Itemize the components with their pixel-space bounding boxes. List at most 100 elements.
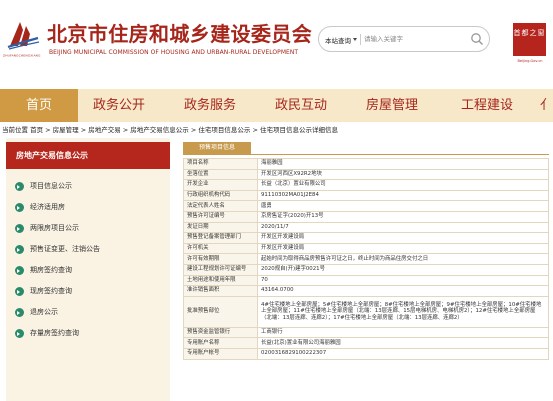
site-header: ZHUFANGCHENGXIANG 北京市住房和城乡建设委员会 BEIJING … [0, 0, 553, 78]
field-value: 京房售证字(2020)开13号 [257, 210, 549, 223]
field-value: 起始时间为取得商品房预售许可证之日，终止时间为商品住房交付之日 [257, 253, 549, 265]
field-label: 专用账户名称 [183, 337, 258, 349]
chevron-down-icon[interactable] [353, 38, 357, 41]
field-label: 预售许可证编号 [183, 210, 258, 223]
search-scope-select[interactable]: 本站查询 [325, 35, 351, 45]
logo-icon[interactable] [6, 16, 40, 50]
sidebar-item-label: 项目信息公示 [30, 182, 72, 190]
field-label: 法定代表人姓名 [183, 200, 258, 212]
field-value: 长益（北京）置业有限公司 [257, 179, 549, 191]
sidebar-item-offplan-contract-query[interactable]: 期房签约查询 [6, 260, 170, 281]
nav-item-overflow[interactable]: 亻 [540, 89, 553, 122]
field-value: 91110302MA01J2E84 [257, 189, 549, 202]
field-value: 开发区开发建设局 [257, 242, 549, 255]
arrow-bullet-icon [15, 245, 24, 254]
logo-caption: ZHUFANGCHENGXIANG [3, 54, 41, 58]
field-label: 建设工程规划许可证编号 [183, 263, 258, 276]
main-nav: 首页 政务公开 政务服务 政民互动 房屋管理 工程建设 亻 [0, 89, 553, 122]
breadcrumb[interactable]: 当前位置 首页 > 房屋管理 > 房地产交易 > 房地产交易信息公示 > 住宅项… [2, 124, 338, 134]
sidebar-item-completed-housing-contract-query[interactable]: 现房签约查询 [6, 281, 170, 302]
table-row: 法定代表人姓名 唐勇 [183, 200, 549, 212]
arrow-bullet-icon [15, 308, 24, 317]
arrow-bullet-icon [15, 182, 24, 191]
search-divider [360, 34, 361, 45]
capital-window-emblem[interactable]: 首都之窗 [513, 23, 546, 56]
emblem-text: 首都之窗 [513, 29, 546, 37]
sidebar-item-label: 现房签约查询 [30, 287, 72, 295]
sidebar-item-price-limited-housing[interactable]: 两限房项目公示 [6, 218, 170, 239]
field-value: 工商银行 [257, 326, 549, 339]
table-row: 预售资金监管银行 工商银行 [183, 326, 549, 339]
field-value: 唐勇 [257, 200, 549, 212]
field-label: 发证日期 [183, 221, 258, 234]
field-value: 70 [257, 274, 549, 287]
field-label: 坐落位置 [183, 168, 258, 181]
arrow-bullet-icon [15, 224, 24, 233]
field-label: 预售登记备案管理部门 [183, 232, 258, 244]
field-label: 许可机关 [183, 242, 258, 255]
field-label: 批准预售部位 [183, 295, 258, 328]
field-value: 海丽雅园 [257, 158, 549, 170]
sidebar-item-label: 两限房项目公示 [30, 224, 79, 232]
table-row: 许可机关 开发区开发建设局 [183, 242, 549, 255]
section-divider [183, 154, 549, 155]
field-label: 许可有效期限 [183, 253, 258, 265]
field-label: 预售资金监管银行 [183, 326, 258, 339]
section-tab-presale-info[interactable]: 预售项目信息 [183, 142, 251, 154]
sidebar-item-affordable-housing[interactable]: 经济适用房 [6, 197, 170, 218]
sidebar-item-label: 预售证变更、注销公告 [30, 245, 100, 253]
field-value: 开发区河西区X92R2地块 [257, 168, 549, 181]
nav-item-gov-affairs-public[interactable]: 政务公开 [78, 89, 160, 122]
table-row: 专用账户帐号 0200316829100222307 [183, 347, 549, 360]
arrow-bullet-icon [15, 266, 24, 275]
field-label: 行政组织机构代码 [183, 189, 258, 202]
search-input[interactable] [364, 31, 464, 47]
table-row: 批准预售部位 4#住宅楼地上全部房屋；5#住宅楼地上全部房屋；8#住宅楼地上全部… [183, 295, 549, 328]
nav-item-housing-management[interactable]: 房屋管理 [350, 89, 434, 122]
nav-item-gov-services[interactable]: 政务服务 [168, 89, 252, 122]
project-detail-panel: 预售项目信息 项目名称 海丽雅园 坐落位置 开发区河西区X92R2地块 开发企业… [179, 138, 553, 401]
table-row: 坐落位置 开发区河西区X92R2地块 [183, 168, 549, 181]
table-row: 预售许可证编号 京房售证字(2020)开13号 [183, 210, 549, 223]
table-row: 建设工程规划许可证编号 2020规自(开)建字0021号 [183, 263, 549, 276]
table-row: 许可有效期限 起始时间为取得商品房预售许可证之日，终止时间为商品住房交付之日 [183, 253, 549, 265]
sidebar-item-label: 期房签约查询 [30, 266, 72, 274]
sidebar-item-label: 经济适用房 [30, 203, 65, 211]
site-subtitle: BEIJING MUNICIPAL COMMISSION OF HOUSING … [49, 49, 299, 56]
table-row: 项目名称 海丽雅园 [183, 158, 549, 170]
field-value: 长益(北京)置业有限公司海丽雅园 [257, 337, 549, 349]
nav-item-engineering[interactable]: 工程建设 [440, 89, 534, 122]
field-label: 项目名称 [183, 158, 258, 170]
field-label: 准许销售面积 [183, 285, 258, 297]
field-value: 0200316829100222307 [257, 347, 549, 360]
sidebar-item-project-info[interactable]: 项目信息公示 [6, 176, 170, 197]
nav-item-home[interactable]: 首页 [0, 89, 78, 122]
sidebar-item-label: 退房公示 [30, 308, 58, 316]
sidebar-item-presale-license-changes[interactable]: 预售证变更、注销公告 [6, 239, 170, 260]
table-row: 专用账户名称 长益(北京)置业有限公司海丽雅园 [183, 337, 549, 349]
nav-item-public-interaction[interactable]: 政民互动 [259, 89, 343, 122]
search-icon[interactable] [469, 31, 485, 47]
sidebar-item-label: 存量房签约查询 [30, 329, 79, 337]
table-row: 预售登记备案管理部门 开发区开发建设局 [183, 232, 549, 244]
field-value: 2020规自(开)建字0021号 [257, 263, 549, 276]
table-row: 准许销售面积 43164.0700 [183, 285, 549, 297]
field-label: 专用账户帐号 [183, 347, 258, 360]
field-value: 2020/11/7 [257, 221, 549, 234]
sidebar-item-refund-notice[interactable]: 退房公示 [6, 302, 170, 323]
field-value: 开发区开发建设局 [257, 232, 549, 244]
site-title: 北京市住房和城乡建设委员会 [47, 22, 313, 46]
field-value: 43164.0700 [257, 285, 549, 297]
arrow-bullet-icon [15, 329, 24, 338]
arrow-bullet-icon [15, 287, 24, 296]
table-row: 开发企业 长益（北京）置业有限公司 [183, 179, 549, 191]
sidebar-item-existing-housing-contract-query[interactable]: 存量房签约查询 [6, 323, 170, 344]
sidebar: 房地产交易信息公示 项目信息公示 经济适用房 两限房项目公示 预售证变更、注销公… [6, 138, 170, 401]
field-label: 土地用途和使用年限 [183, 274, 258, 287]
search-box: 本站查询 [318, 26, 490, 52]
field-value: 4#住宅楼地上全部房屋；5#住宅楼地上全部房屋；8#住宅楼地上全部房屋；9#住宅… [257, 295, 549, 328]
table-row: 发证日期 2020/11/7 [183, 221, 549, 234]
table-row: 土地用途和使用年限 70 [183, 274, 549, 287]
table-row: 行政组织机构代码 91110302MA01J2E84 [183, 189, 549, 202]
sidebar-title: 房地产交易信息公示 [6, 142, 170, 169]
